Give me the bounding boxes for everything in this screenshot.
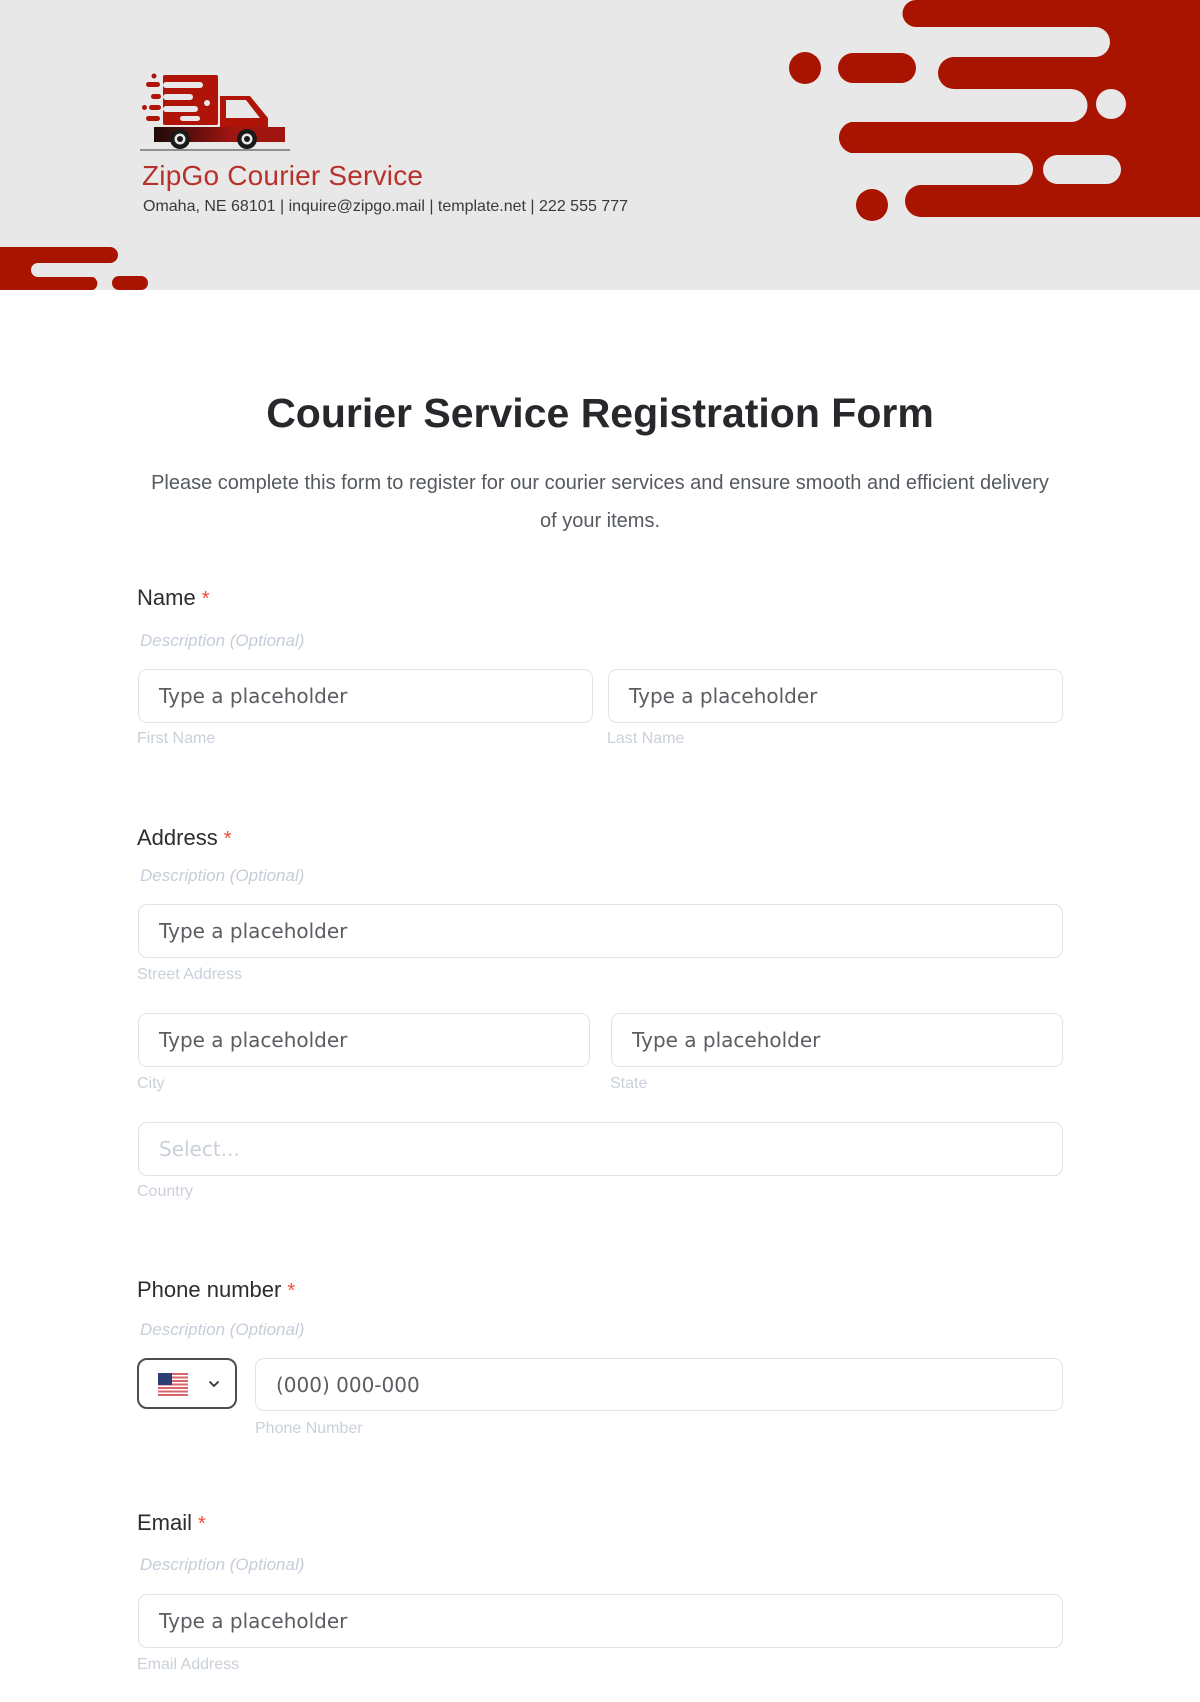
last-name-sublabel: Last Name xyxy=(607,730,685,747)
address-label-text: Address xyxy=(137,825,218,850)
name-field-label: Name * xyxy=(137,585,209,611)
email-field-label: Email * xyxy=(137,1510,206,1536)
phone-number-placeholder: (000) 000-000 xyxy=(276,1372,420,1397)
header-banner: ZipGo Courier Service Omaha, NE 68101 | … xyxy=(0,0,1200,290)
company-contact-info: Omaha, NE 68101 | inquire@zipgo.mail | t… xyxy=(143,198,628,215)
deco-dot xyxy=(856,189,888,221)
street-address-sublabel: Street Address xyxy=(137,966,242,983)
required-asterisk: * xyxy=(198,1513,206,1535)
form-description: Please complete this form to register fo… xyxy=(151,472,1049,532)
email-label-text: Email xyxy=(137,1510,193,1535)
form-title: Courier Service Registration Form xyxy=(266,390,934,436)
deco-pill xyxy=(838,53,916,83)
first-name-input[interactable]: Type a placeholder xyxy=(138,669,593,723)
country-code-dropdown[interactable] xyxy=(137,1358,237,1409)
name-description: Description (Optional) xyxy=(140,631,305,650)
last-name-placeholder: Type a placeholder xyxy=(629,684,818,708)
street-address-input[interactable]: Type a placeholder xyxy=(138,904,1063,958)
name-label-text: Name xyxy=(137,585,196,610)
first-name-sublabel: First Name xyxy=(137,730,216,747)
phone-number-input[interactable]: (000) 000-000 xyxy=(255,1358,1063,1411)
address-field-label: Address * xyxy=(137,825,232,851)
us-flag-icon xyxy=(158,1373,188,1396)
company-name: ZipGo Courier Service xyxy=(142,160,424,191)
email-description: Description (Optional) xyxy=(140,1555,305,1574)
phone-number-sublabel: Phone Number xyxy=(255,1420,363,1437)
first-name-placeholder: Type a placeholder xyxy=(159,684,348,708)
state-input[interactable]: Type a placeholder xyxy=(611,1013,1063,1067)
street-address-placeholder: Type a placeholder xyxy=(159,919,348,943)
email-placeholder: Type a placeholder xyxy=(159,1609,348,1633)
deco-dot xyxy=(789,52,821,84)
last-name-input[interactable]: Type a placeholder xyxy=(608,669,1063,723)
deco-shape-left xyxy=(0,247,118,290)
email-sublabel: Email Address xyxy=(137,1656,240,1673)
email-input[interactable]: Type a placeholder xyxy=(138,1594,1063,1648)
state-sublabel: State xyxy=(610,1075,648,1092)
required-asterisk: * xyxy=(223,828,232,850)
chevron-down-icon xyxy=(209,1381,219,1387)
city-sublabel: City xyxy=(137,1075,165,1092)
state-placeholder: Type a placeholder xyxy=(632,1028,821,1052)
required-asterisk: * xyxy=(201,588,210,610)
deco-hole xyxy=(1096,89,1126,119)
deco-pill xyxy=(112,276,148,290)
country-select-placeholder: Select... xyxy=(159,1137,240,1161)
deco-shape-main xyxy=(838,0,1200,217)
address-description: Description (Optional) xyxy=(140,866,305,885)
required-asterisk: * xyxy=(287,1280,296,1302)
phone-field-label: Phone number * xyxy=(137,1277,295,1303)
deco-hole xyxy=(1043,155,1121,184)
country-select[interactable]: Select... xyxy=(138,1122,1063,1176)
delivery-truck-icon xyxy=(140,73,290,151)
phone-label-text: Phone number xyxy=(137,1277,282,1302)
city-placeholder: Type a placeholder xyxy=(159,1028,348,1052)
phone-description: Description (Optional) xyxy=(140,1320,305,1339)
city-input[interactable]: Type a placeholder xyxy=(138,1013,590,1067)
country-sublabel: Country xyxy=(137,1183,194,1200)
